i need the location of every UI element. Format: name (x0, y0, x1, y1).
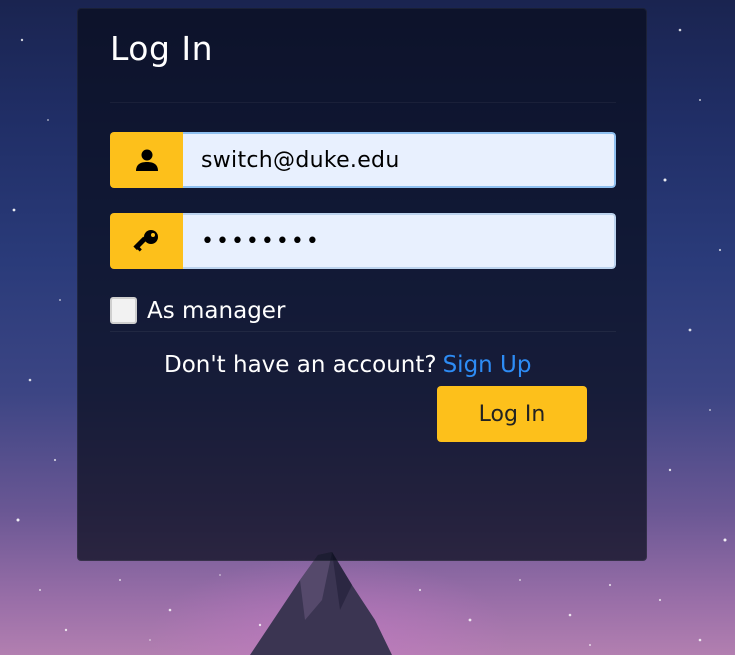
password-input-group (110, 213, 616, 269)
login-button[interactable]: Log In (437, 386, 587, 442)
options-divider (110, 331, 616, 332)
key-icon (132, 230, 158, 252)
password-addon (110, 213, 183, 269)
email-field[interactable] (183, 132, 616, 188)
login-panel: Log In As manager Don't have an account?… (77, 8, 647, 561)
signup-prompt: Don't have an account? Sign Up (164, 352, 532, 378)
page-title: Log In (110, 29, 214, 68)
email-input-group (110, 132, 616, 188)
email-addon (110, 132, 183, 188)
manager-checkbox[interactable] (110, 297, 137, 324)
no-account-text: Don't have an account? (164, 352, 437, 378)
user-icon (135, 149, 158, 171)
password-field[interactable] (183, 213, 616, 269)
signup-link[interactable]: Sign Up (443, 352, 532, 378)
manager-checkbox-row[interactable]: As manager (110, 297, 285, 324)
manager-checkbox-label[interactable]: As manager (147, 298, 285, 324)
title-divider (110, 102, 616, 103)
